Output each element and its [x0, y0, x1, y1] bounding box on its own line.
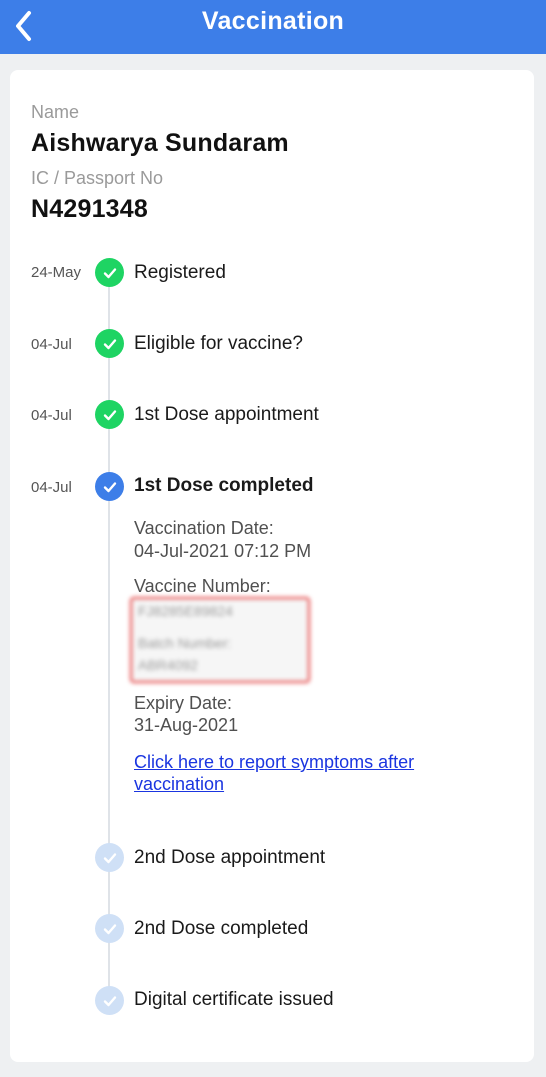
expiry-date-label: Expiry Date:: [134, 693, 233, 713]
step-label: Digital certificate issued: [134, 989, 334, 1010]
redacted-vaccine-details: FJ8285E89824 Batch Number: ABR4092: [130, 597, 310, 683]
step-label: 1st Dose completed: [134, 475, 314, 496]
step-label: 2nd Dose completed: [134, 918, 309, 939]
page-title: Vaccination: [201, 7, 345, 35]
name-label: Name: [31, 102, 80, 122]
app-bar: Vaccination: [0, 0, 546, 54]
id-value: N4291348: [31, 195, 148, 223]
step-label: 1st Dose appointment: [134, 404, 319, 425]
name-value: Aishwarya Sundaram: [31, 129, 289, 157]
check-icon: [95, 843, 124, 872]
vaccination-date-value: 04-Jul-2021 07:12 PM: [134, 541, 312, 561]
step-date: 04-Jul: [31, 407, 72, 424]
redacted-batch-label: Batch Number:: [138, 635, 232, 651]
step-label: Eligible for vaccine?: [134, 333, 303, 354]
check-icon: [95, 986, 124, 1015]
id-label: IC / Passport No: [31, 168, 164, 188]
redacted-vaccine-number: FJ8285E89824: [138, 603, 233, 619]
step-date: 04-Jul: [31, 479, 72, 496]
timeline-line: [108, 286, 110, 1000]
vaccination-date-label: Vaccination Date:: [134, 518, 274, 538]
report-symptoms-link[interactable]: Click here to report symptoms after vacc…: [134, 751, 464, 795]
step-label: 2nd Dose appointment: [134, 847, 326, 868]
check-icon: [95, 400, 124, 429]
check-icon: [95, 258, 124, 287]
step-label: Registered: [134, 262, 226, 283]
check-icon: [95, 472, 124, 501]
check-icon: [95, 914, 124, 943]
redacted-batch-number: ABR4092: [138, 657, 198, 673]
step-date: 24-May: [31, 264, 82, 281]
check-icon: [95, 329, 124, 358]
expiry-date-value: 31-Aug-2021: [134, 715, 239, 735]
step-date: 04-Jul: [31, 336, 72, 353]
vaccine-number-label: Vaccine Number:: [134, 576, 271, 596]
